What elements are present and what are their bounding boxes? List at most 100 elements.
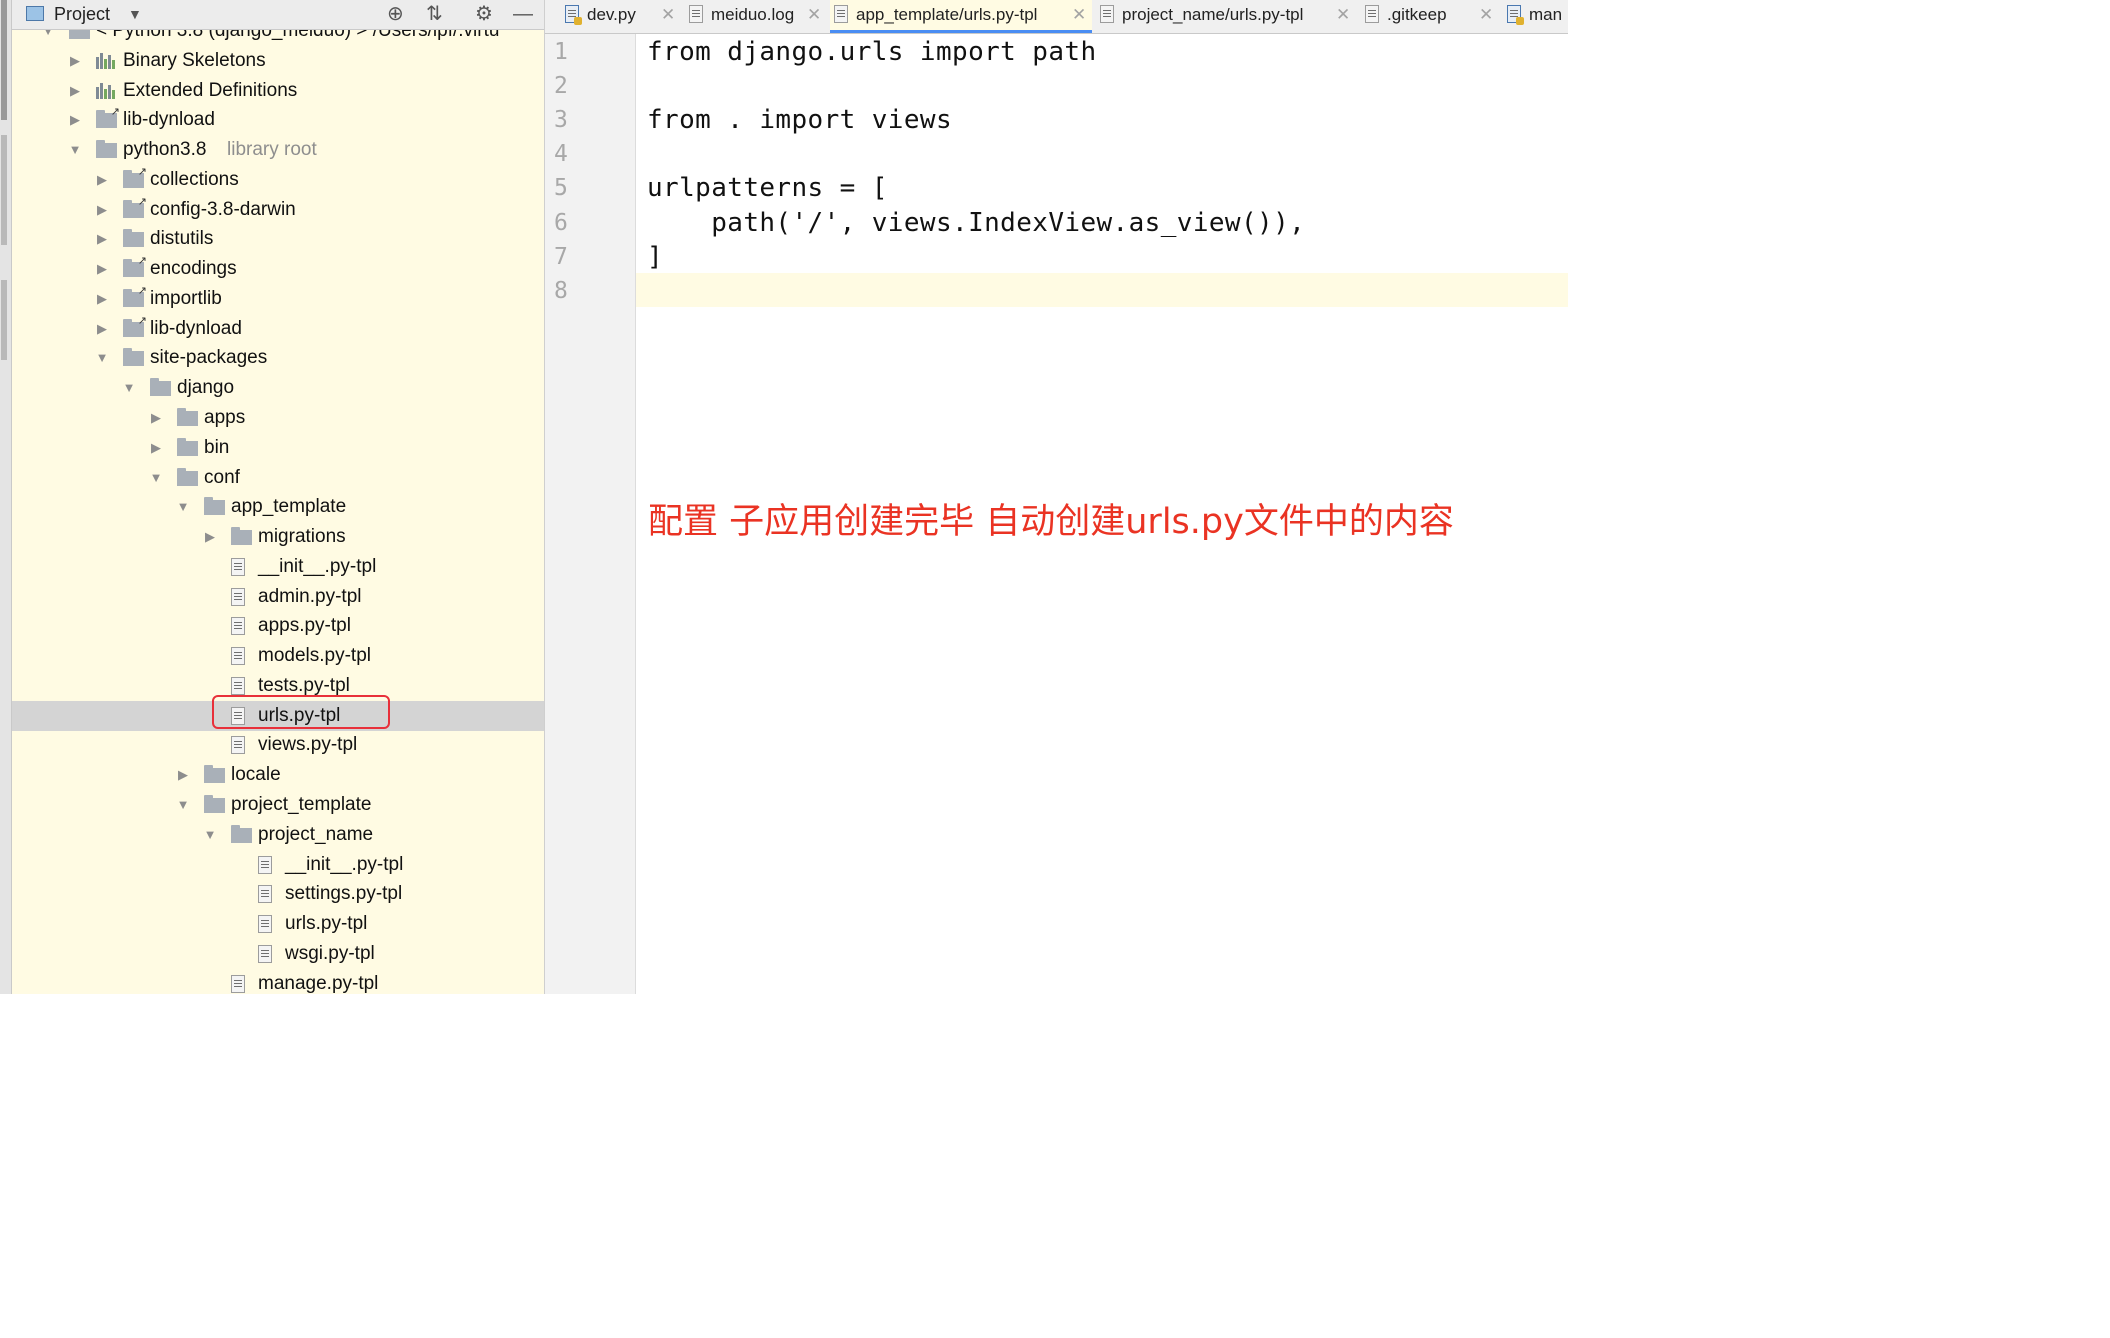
tree-folder-item[interactable]: ▼ project_name	[12, 820, 544, 850]
tree-file-item[interactable]: views.py-tpl	[12, 730, 544, 760]
collapsed-arrow-icon[interactable]: ▶	[149, 403, 163, 433]
tree-folder-item[interactable]: ▶ ↗ lib-dynload	[12, 314, 544, 344]
tree-folder-item[interactable]: ▶ Extended Definitions	[12, 76, 544, 106]
tree-item-label: views.py-tpl	[258, 734, 358, 756]
project-tool-tab[interactable]	[1, 0, 7, 120]
expanded-arrow-icon[interactable]: ▼	[176, 492, 190, 522]
minimize-icon[interactable]: —	[513, 2, 533, 26]
close-icon[interactable]: ✕	[1479, 0, 1493, 29]
annotation-text: 配置 子应用创建完毕 自动创建urls.py文件中的内容	[648, 502, 1454, 542]
collapsed-arrow-icon[interactable]: ▶	[95, 314, 109, 344]
tree-folder-item[interactable]: ▶ migrations	[12, 522, 544, 552]
editor-tab-bar: dev.py ✕ meiduo.log ✕ app_template/urls.py-t…	[545, 0, 1568, 34]
tool-window-strip	[0, 0, 12, 994]
editor-tab[interactable]: man	[1503, 0, 1568, 33]
structure-tool-tab[interactable]	[1, 135, 7, 245]
close-icon[interactable]: ✕	[1336, 0, 1350, 29]
expanded-arrow-icon[interactable]: ▼	[122, 373, 136, 403]
line-number: 4	[554, 141, 568, 168]
tree-file-item[interactable]: apps.py-tpl	[12, 611, 544, 641]
tree-item-label: python3.8	[123, 139, 207, 161]
tree-item-label: __init__.py-tpl	[285, 853, 404, 875]
expanded-arrow-icon[interactable]: ▼	[176, 790, 190, 820]
editor-tab[interactable]: meiduo.log ✕	[685, 0, 827, 33]
commit-tool-tab[interactable]	[1, 280, 7, 360]
collapse-icon[interactable]: ⇅	[426, 2, 443, 26]
target-icon[interactable]: ⊕	[387, 2, 404, 26]
folder-link-icon: ↗	[123, 166, 147, 188]
folder-icon	[123, 229, 144, 248]
tree-folder-item[interactable]: ▶ bin	[12, 433, 544, 463]
tree-folder-item[interactable]: ▶ ↗ importlib	[12, 284, 544, 314]
text-file-icon	[1100, 5, 1114, 23]
tree-folder-item[interactable]: ▼ app_template	[12, 492, 544, 522]
tree-folder-item[interactable]: ▶ apps	[12, 403, 544, 433]
tree-folder-item[interactable]: ▶ Binary Skeletons	[12, 46, 544, 76]
code-line[interactable]: ]	[647, 240, 663, 274]
collapsed-arrow-icon[interactable]: ▶	[95, 165, 109, 195]
line-number: 6	[554, 209, 568, 236]
tree-item-label: bin	[204, 436, 230, 458]
expanded-arrow-icon[interactable]: ▼	[95, 343, 109, 373]
tree-folder-item[interactable]: ▼ django	[12, 373, 544, 403]
editor-tab[interactable]: .gitkeep ✕	[1361, 0, 1499, 33]
tree-folder-item[interactable]: ▶ locale	[12, 760, 544, 790]
tree-file-item[interactable]: __init__.py-tpl	[12, 552, 544, 582]
text-file-icon	[231, 587, 245, 606]
library-root-hint: library root	[227, 139, 317, 161]
tree-folder-item[interactable]: ▶ ↗ lib-dynload	[12, 105, 544, 135]
collapsed-arrow-icon[interactable]: ▶	[95, 224, 109, 254]
tree-item-label: config-3.8-darwin	[150, 198, 296, 220]
tree-file-item[interactable]: settings.py-tpl	[12, 879, 544, 909]
close-icon[interactable]: ✕	[661, 0, 675, 29]
highlight-box	[212, 695, 390, 729]
editor-tab[interactable]: dev.py ✕	[561, 0, 681, 33]
tree-item-label: app_template	[231, 496, 347, 518]
code-line[interactable]: from . import views	[647, 103, 952, 137]
collapsed-arrow-icon[interactable]: ▶	[68, 46, 82, 76]
tree-item-label: migrations	[258, 526, 346, 548]
collapsed-arrow-icon[interactable]: ▶	[176, 760, 190, 790]
editor-tab[interactable]: app_template/urls.py-tpl ✕	[830, 0, 1092, 33]
folder-icon	[177, 437, 198, 456]
text-file-icon	[258, 915, 272, 934]
expanded-arrow-icon[interactable]: ▼	[149, 463, 163, 493]
code-line[interactable]: path('/', views.IndexView.as_view()),	[647, 206, 1305, 240]
project-panel-title[interactable]: Project	[54, 4, 110, 25]
tree-folder-item[interactable]: ▼ python3.8 library root	[12, 135, 544, 165]
tree-folder-item[interactable]: ▶ ↗ encodings	[12, 254, 544, 284]
code-line[interactable]: from django.urls import path	[647, 35, 1097, 69]
collapsed-arrow-icon[interactable]: ▶	[95, 195, 109, 225]
expanded-arrow-icon[interactable]: ▼	[68, 135, 82, 165]
tree-file-item[interactable]: models.py-tpl	[12, 641, 544, 671]
tree-folder-item[interactable]: ▶ distutils	[12, 224, 544, 254]
tree-file-item[interactable]: manage.py-tpl	[12, 969, 544, 994]
tree-file-item[interactable]: wsgi.py-tpl	[12, 939, 544, 969]
close-icon[interactable]: ✕	[1072, 0, 1086, 29]
editor-tab[interactable]: project_name/urls.py-tpl ✕	[1096, 0, 1356, 33]
link-arrow-icon: ↗	[137, 284, 147, 297]
chevron-down-icon[interactable]: ▼	[128, 6, 142, 22]
code-line[interactable]: urlpatterns = [	[647, 171, 888, 205]
link-arrow-icon: ↗	[137, 195, 147, 208]
gear-icon[interactable]: ⚙	[475, 2, 493, 26]
tree-folder-item[interactable]: ▼ project_template	[12, 790, 544, 820]
collapsed-arrow-icon[interactable]: ▶	[149, 433, 163, 463]
collapsed-arrow-icon[interactable]: ▶	[68, 105, 82, 135]
tree-item-label: models.py-tpl	[258, 645, 371, 667]
folder-link-icon: ↗	[96, 107, 120, 129]
tree-folder-item[interactable]: ▶ ↗ config-3.8-darwin	[12, 195, 544, 225]
collapsed-arrow-icon[interactable]: ▶	[95, 284, 109, 314]
text-file-icon	[231, 617, 245, 636]
collapsed-arrow-icon[interactable]: ▶	[68, 76, 82, 106]
tree-folder-item[interactable]: ▶ ↗ collections	[12, 165, 544, 195]
tree-file-item[interactable]: urls.py-tpl	[12, 909, 544, 939]
tree-file-item[interactable]: __init__.py-tpl	[12, 850, 544, 880]
collapsed-arrow-icon[interactable]: ▶	[203, 522, 217, 552]
expanded-arrow-icon[interactable]: ▼	[203, 820, 217, 850]
close-icon[interactable]: ✕	[807, 0, 821, 29]
tree-folder-item[interactable]: ▼ site-packages	[12, 343, 544, 373]
tree-folder-item[interactable]: ▼ conf	[12, 463, 544, 493]
tree-file-item[interactable]: admin.py-tpl	[12, 582, 544, 612]
collapsed-arrow-icon[interactable]: ▶	[95, 254, 109, 284]
